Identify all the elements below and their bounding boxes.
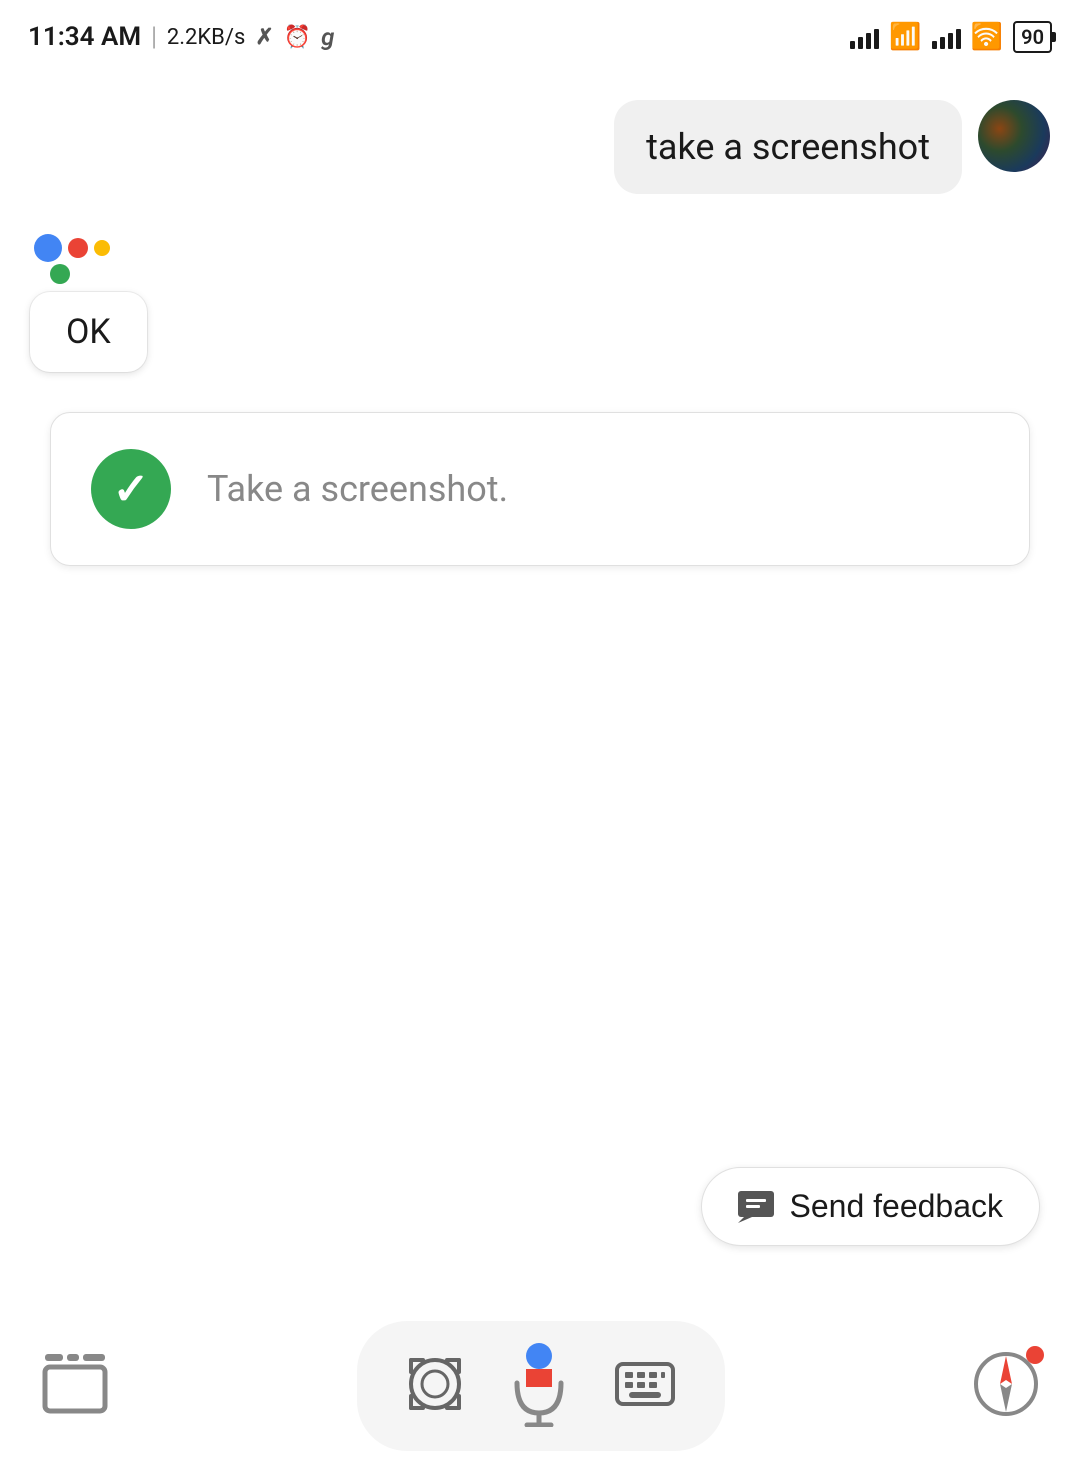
compass-button[interactable] [972,1350,1040,1422]
alarm-icon: ⏰ [284,25,311,50]
chat-area: take a screenshot OK ✓ Take a screenshot… [0,70,1080,626]
checkmark-icon: ✓ [113,467,150,511]
mute-icon: ✗ [255,25,273,50]
action-card: ✓ Take a screenshot. [50,412,1030,566]
status-left: 11:34 AM | 2.2KB/s ✗ ⏰ g [28,22,334,52]
signal-bars-2 [932,25,961,49]
user-avatar [978,100,1050,172]
user-message-text: take a screenshot [646,126,930,168]
wifi-icon: 📶 [889,22,921,52]
snapshot-nav-icon[interactable] [40,1354,110,1418]
data-speed: 2.2KB/s [167,25,245,50]
keyboard-button[interactable] [615,1362,675,1410]
status-right: 📶 🛜 90 [850,21,1052,53]
send-feedback-label: Send feedback [790,1188,1004,1225]
action-card-text: Take a screenshot. [207,468,508,510]
battery-indicator: 90 [1013,21,1052,53]
user-message-bubble: take a screenshot [614,100,962,194]
google-assistant-logo [34,234,110,262]
user-message-container: take a screenshot [30,100,1050,194]
separator: | [151,22,157,52]
dot-yellow [94,240,110,256]
assistant-response: OK [30,234,1050,372]
assistant-ok-bubble: OK [30,292,147,372]
bottom-nav [0,1296,1080,1476]
feedback-icon [738,1191,774,1223]
dot-red [68,238,88,258]
lens-button[interactable] [407,1356,463,1416]
compass-notification-dot [1026,1346,1044,1364]
time-display: 11:34 AM [28,22,141,52]
ok-text: OK [66,312,111,352]
signal-bars-1 [850,25,879,49]
microphone-button[interactable] [513,1341,565,1431]
success-check-circle: ✓ [91,449,171,529]
dot-blue [34,234,62,262]
status-bar: 11:34 AM | 2.2KB/s ✗ ⏰ g 📶 🛜 90 [0,0,1080,70]
center-action-pill [357,1321,725,1451]
send-feedback-container[interactable]: Send feedback [701,1167,1041,1246]
wifi-icon-2: 🛜 [971,22,1003,52]
send-feedback-button[interactable]: Send feedback [701,1167,1041,1246]
dot-green [50,264,70,284]
app-icon: g [321,23,334,51]
